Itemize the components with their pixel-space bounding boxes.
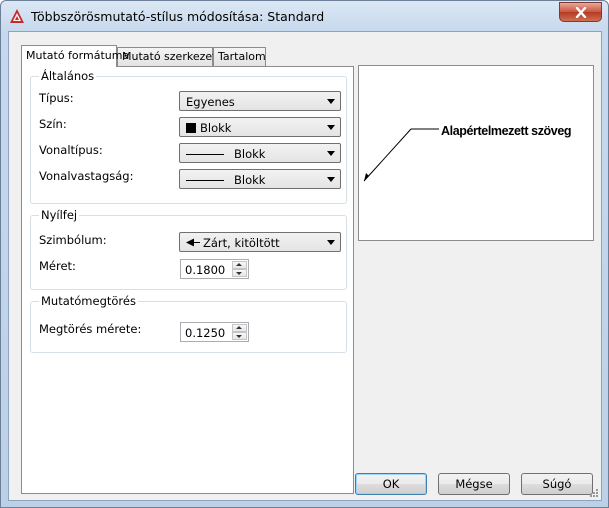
leader-break-group: Mutatómegtörés Megtörés mérete: 0.1250 xyxy=(30,294,347,353)
break-size-spinner[interactable]: 0.1250 xyxy=(180,322,249,342)
tab-content[interactable]: Tartalom xyxy=(213,47,266,66)
spin-up-button[interactable] xyxy=(232,261,247,269)
color-dropdown[interactable]: Blokk xyxy=(179,117,341,137)
chevron-down-icon xyxy=(327,240,335,245)
lineweight-label: Vonalvastagság: xyxy=(39,169,134,183)
lineweight-value: Blokk xyxy=(234,173,266,187)
chevron-down-icon xyxy=(327,177,335,182)
leader-format-panel: Általános Típus: Egyenes Szín: Blokk Von… xyxy=(21,66,354,494)
symbol-label: Szimbólum: xyxy=(39,233,107,247)
size-label: Méret: xyxy=(39,259,76,273)
linetype-dropdown[interactable]: Blokk xyxy=(179,143,341,163)
chevron-down-icon xyxy=(327,99,335,104)
color-value: Blokk xyxy=(200,121,232,135)
break-size-value: 0.1250 xyxy=(185,326,226,340)
arrowhead-group-title: Nyílfej xyxy=(39,208,80,222)
tab-leader-structure[interactable]: Mutató szerkezete xyxy=(117,47,223,66)
autocad-app-icon xyxy=(10,9,24,23)
closed-filled-arrow-icon xyxy=(186,238,200,247)
cancel-button[interactable]: Mégse xyxy=(438,473,510,495)
general-group: Általános Típus: Egyenes Szín: Blokk Von… xyxy=(30,69,347,204)
window-title: Többszörösmutató-stílus módosítása: Stan… xyxy=(31,9,325,24)
leader-preview-graphic xyxy=(363,128,439,182)
close-icon xyxy=(575,6,586,18)
linetype-value: Blokk xyxy=(234,147,266,161)
arrow-size-value: 0.1800 xyxy=(185,263,226,277)
tab-leader-format[interactable]: Mutató formátuma xyxy=(21,45,129,67)
color-swatch-icon xyxy=(186,123,196,133)
symbol-dropdown[interactable]: Zárt, kitöltött xyxy=(179,232,341,252)
break-size-label: Megtörés mérete: xyxy=(39,322,142,336)
dialog-window: Többszörösmutató-stílus módosítása: Stan… xyxy=(0,0,609,508)
symbol-value: Zárt, kitöltött xyxy=(203,236,280,250)
spin-down-button[interactable] xyxy=(232,332,247,340)
type-label: Típus: xyxy=(39,91,74,105)
spin-down-button[interactable] xyxy=(232,269,247,277)
type-dropdown[interactable]: Egyenes xyxy=(179,91,341,111)
leader-break-group-title: Mutatómegtörés xyxy=(39,294,138,308)
resize-grip-icon[interactable] xyxy=(589,488,599,498)
line-sample-icon xyxy=(186,180,224,181)
color-label: Szín: xyxy=(39,117,67,131)
help-button[interactable]: Súgó xyxy=(521,473,593,495)
general-group-title: Általános xyxy=(39,69,97,83)
preview-default-text: Alapértelmezett szöveg xyxy=(441,124,572,138)
style-preview: Alapértelmezett szöveg xyxy=(358,65,594,241)
chevron-down-icon xyxy=(327,125,335,130)
linetype-label: Vonaltípus: xyxy=(39,143,103,157)
arrow-size-spinner[interactable]: 0.1800 xyxy=(180,259,249,279)
ok-button[interactable]: OK xyxy=(355,473,427,495)
chevron-down-icon xyxy=(327,151,335,156)
arrowhead-group: Nyílfej Szimbólum: Zárt, kitöltött Méret… xyxy=(30,208,347,290)
close-button[interactable] xyxy=(559,2,602,22)
lineweight-dropdown[interactable]: Blokk xyxy=(179,169,341,189)
spin-up-button[interactable] xyxy=(232,324,247,332)
dialog-client-area: Mutató formátuma Mutató szerkezete Tarta… xyxy=(8,31,602,501)
title-bar[interactable]: Többszörösmutató-stílus módosítása: Stan… xyxy=(1,1,608,31)
type-value: Egyenes xyxy=(186,95,235,109)
line-sample-icon xyxy=(186,154,224,155)
